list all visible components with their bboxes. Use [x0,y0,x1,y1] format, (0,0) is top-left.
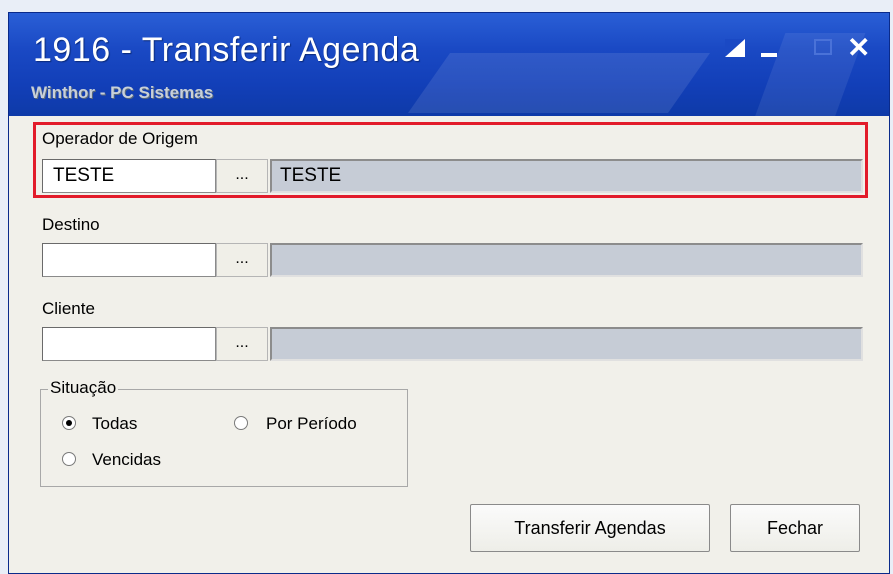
maximize-icon[interactable] [814,39,832,55]
close-button[interactable]: Fechar [730,504,860,552]
cliente-code-input[interactable] [42,327,216,361]
titlebar-decoration [407,53,711,113]
radio-por-periodo[interactable] [234,416,248,430]
destino-label: Destino [42,215,100,234]
dialog-window: 1916 - Transferir Agenda Winthor - PC Si… [8,12,890,574]
highlight-frame [33,122,868,198]
cliente-description-field [270,327,863,361]
destino-lookup-button[interactable]: ... [216,243,268,277]
radio-vencidas-label[interactable]: Vencidas [92,450,161,470]
close-icon[interactable]: ✕ [847,31,870,64]
radio-vencidas[interactable] [62,452,76,466]
window-title: 1916 - Transferir Agenda [33,31,420,69]
radio-por-periodo-label[interactable]: Por Período [266,414,357,434]
transfer-button[interactable]: Transferir Agendas [470,504,710,552]
cliente-lookup-button[interactable]: ... [216,327,268,361]
destino-code-input[interactable] [42,243,216,277]
minimize-icon[interactable] [761,53,777,57]
restore-icon[interactable] [725,39,745,57]
destino-description-field [270,243,863,277]
situacao-groupbox [40,389,408,487]
situacao-title: Situação [48,378,119,398]
title-bar[interactable]: 1916 - Transferir Agenda Winthor - PC Si… [9,13,889,116]
cliente-label: Cliente [42,299,95,318]
window-subtitle: Winthor - PC Sistemas [31,83,214,102]
radio-todas-label[interactable]: Todas [92,414,137,434]
radio-todas[interactable] [62,416,76,430]
